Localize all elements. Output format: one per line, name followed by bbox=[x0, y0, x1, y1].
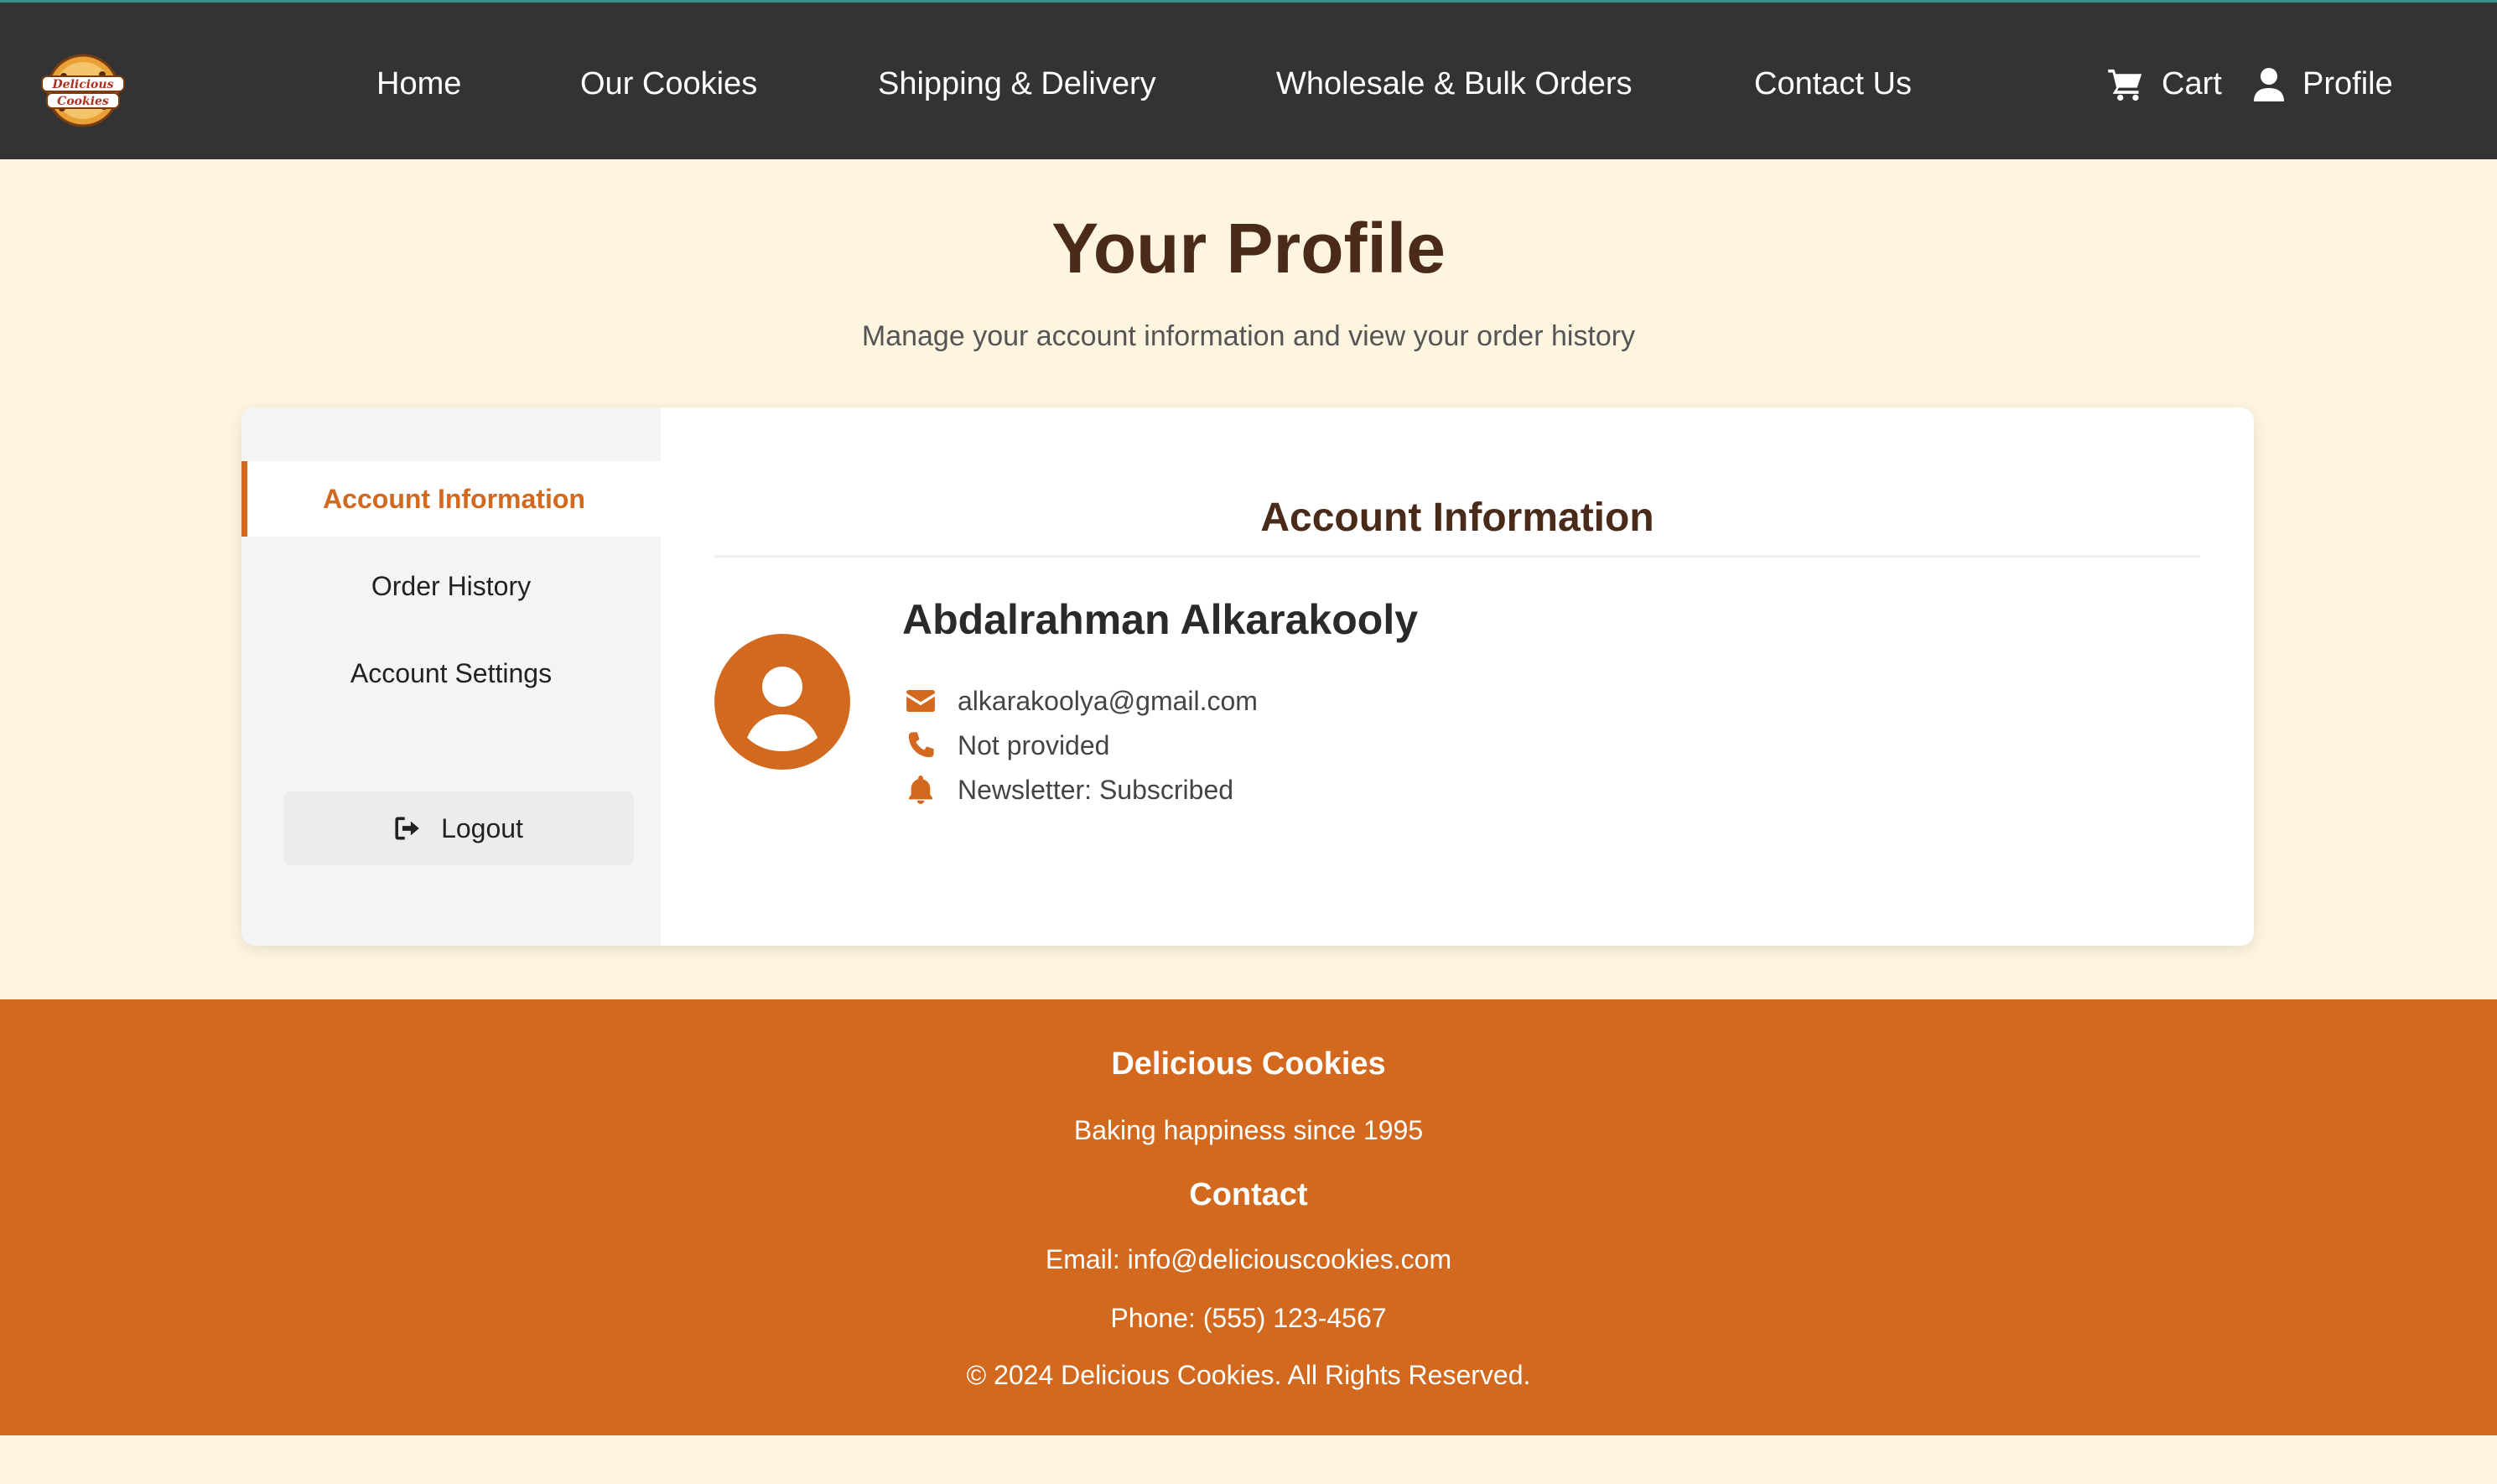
newsletter-value: Newsletter: Subscribed bbox=[958, 774, 1234, 805]
nav-contact-us[interactable]: Contact Us bbox=[1754, 66, 1912, 102]
top-navbar: Delicious Cookies Home Our Cookies Shipp… bbox=[0, 0, 2497, 159]
logout-label: Logout bbox=[441, 812, 523, 843]
footer-contact-heading: Contact bbox=[1189, 1177, 1308, 1212]
cart-label: Cart bbox=[2162, 66, 2222, 101]
newsletter-row: Newsletter: Subscribed bbox=[904, 773, 1233, 807]
email-value: alkarakoolya@gmail.com bbox=[958, 685, 1258, 716]
logout-icon bbox=[395, 817, 419, 840]
user-icon bbox=[2254, 67, 2284, 101]
footer-tagline: Baking happiness since 1995 bbox=[1073, 1115, 1424, 1145]
sidebar-item-order-history[interactable]: Order History bbox=[241, 548, 661, 624]
logo[interactable]: Delicious Cookies bbox=[39, 51, 127, 130]
phone-value: Not provided bbox=[958, 729, 1110, 760]
cart-icon bbox=[2108, 69, 2142, 101]
phone-row: Not provided bbox=[904, 729, 1109, 762]
profile-sidebar: Account Information Order History Accoun… bbox=[241, 407, 661, 946]
footer-copyright: © 2024 Delicious Cookies. All Rights Res… bbox=[966, 1360, 1531, 1390]
email-row: alkarakoolya@gmail.com bbox=[904, 684, 1258, 718]
section-title: Account Information bbox=[1260, 496, 1654, 540]
logout-button[interactable]: Logout bbox=[283, 791, 634, 865]
footer-phone[interactable]: Phone: (555) 123-4567 bbox=[0, 1303, 2497, 1334]
nav-our-cookies[interactable]: Our Cookies bbox=[580, 66, 757, 102]
footer: Delicious Cookies Baking happiness since… bbox=[0, 999, 2497, 1435]
logo-text-top: Delicious bbox=[52, 78, 114, 91]
nav-cart[interactable]: Cart bbox=[2108, 66, 2222, 102]
user-name: Abdalrahman Alkarakooly bbox=[902, 596, 1419, 643]
envelope-icon bbox=[906, 690, 935, 712]
profile-label: Profile bbox=[2302, 66, 2393, 101]
nav-wholesale-bulk-orders[interactable]: Wholesale & Bulk Orders bbox=[1276, 66, 1633, 102]
nav-home[interactable]: Home bbox=[376, 66, 461, 102]
avatar-icon bbox=[714, 634, 850, 770]
sidebar-item-account-settings[interactable]: Account Settings bbox=[241, 636, 661, 711]
sidebar-item-account-information[interactable]: Account Information bbox=[241, 461, 661, 537]
phone-icon bbox=[908, 732, 934, 758]
footer-email[interactable]: Email: info@deliciouscookies.com bbox=[0, 1244, 2497, 1275]
page-title: Your Profile bbox=[1051, 209, 1446, 288]
footer-company: Delicious Cookies bbox=[1111, 1046, 1386, 1082]
section-divider bbox=[714, 555, 2200, 558]
logo-text-bottom: Cookies bbox=[57, 95, 109, 108]
page-subtitle: Manage your account information and view… bbox=[861, 320, 1636, 352]
nav-shipping-delivery[interactable]: Shipping & Delivery bbox=[878, 66, 1156, 102]
profile-card: Account Information Order History Accoun… bbox=[241, 407, 2254, 946]
bell-icon bbox=[908, 776, 933, 804]
nav-profile[interactable]: Profile bbox=[2254, 66, 2393, 102]
